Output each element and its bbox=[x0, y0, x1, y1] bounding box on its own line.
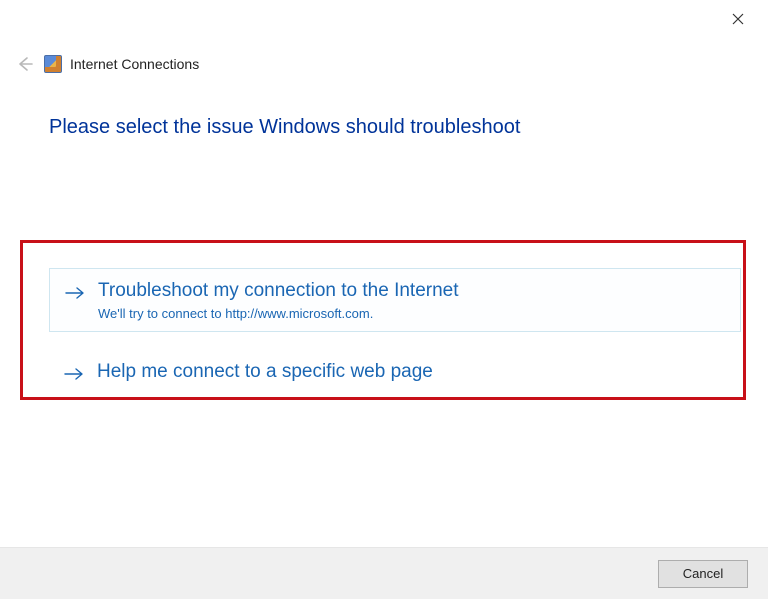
option-title: Help me connect to a specific web page bbox=[97, 360, 433, 385]
option-title: Troubleshoot my connection to the Intern… bbox=[98, 279, 459, 304]
title-bar bbox=[0, 0, 768, 38]
wizard-title: Internet Connections bbox=[70, 56, 199, 72]
option-body: Troubleshoot my connection to the Intern… bbox=[98, 279, 459, 321]
option-troubleshoot-internet[interactable]: Troubleshoot my connection to the Intern… bbox=[49, 268, 741, 332]
option-body: Help me connect to a specific web page bbox=[97, 360, 433, 385]
arrow-right-icon bbox=[64, 282, 86, 304]
arrow-right-icon bbox=[63, 363, 85, 385]
close-button[interactable] bbox=[722, 3, 754, 35]
option-specific-webpage[interactable]: Help me connect to a specific web page bbox=[49, 350, 741, 395]
close-icon bbox=[732, 13, 744, 25]
cancel-button[interactable]: Cancel bbox=[658, 560, 748, 588]
dialog-footer: Cancel bbox=[0, 547, 768, 599]
page-heading: Please select the issue Windows should t… bbox=[49, 116, 520, 139]
back-arrow-icon bbox=[15, 55, 33, 73]
wizard-header: Internet Connections bbox=[12, 52, 752, 76]
back-button[interactable] bbox=[12, 52, 36, 76]
troubleshooter-icon bbox=[44, 55, 62, 73]
option-description: We'll try to connect to http://www.micro… bbox=[98, 306, 459, 321]
